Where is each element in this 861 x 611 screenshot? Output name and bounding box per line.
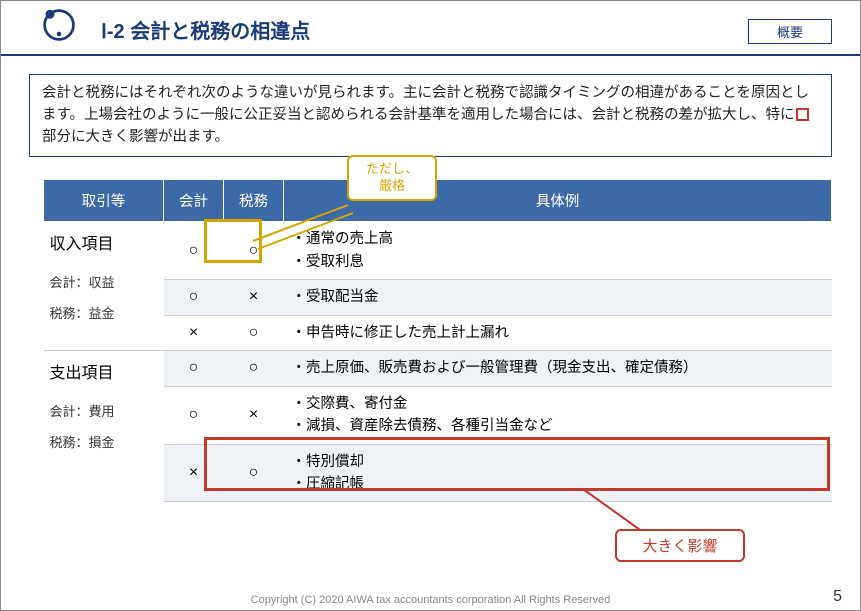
slide: Ⅰ-2 会計と税務の相違点 概要 会計と税務にはそれぞれ次のような違いが見られま… bbox=[0, 0, 861, 611]
callout-strict: ただし、 厳格 bbox=[347, 155, 437, 201]
example-text: ・交際費、寄付金 ・減損、資産除去債務、各種引当金など bbox=[292, 396, 553, 434]
cell-example: ・通常の売上高 ・受取利息 bbox=[284, 222, 832, 280]
cell-tax: × bbox=[224, 280, 284, 315]
slide-title: Ⅰ-2 会計と税務の相違点 bbox=[101, 15, 310, 44]
group-income-sub1: 会計：収益 bbox=[50, 272, 156, 291]
group-income-sub2: 税務：益金 bbox=[50, 303, 156, 322]
cell-accounting: ○ bbox=[164, 386, 224, 444]
intro-text-1: 会計と税務にはそれぞれ次のような違いが見られます。主に会計と税務で認識タイミング… bbox=[42, 85, 809, 123]
group-expense-title: 支出項目 bbox=[50, 359, 156, 383]
table-row: 収入項目 会計：収益 税務：益金 ○ ○ ・通常の売上高 ・受取利息 bbox=[44, 222, 832, 280]
header: Ⅰ-2 会計と税務の相違点 概要 bbox=[1, 1, 860, 56]
tag-overview: 概要 bbox=[748, 19, 832, 44]
cell-tax: × bbox=[224, 386, 284, 444]
example-text: ・受取配当金 bbox=[292, 289, 379, 305]
cell-tax: ○ bbox=[224, 351, 284, 386]
table-header-row: 取引等 会計 税務 具体例 bbox=[44, 180, 832, 222]
cell-example: ・交際費、寄付金 ・減損、資産除去債務、各種引当金など bbox=[284, 386, 832, 444]
th-accounting: 会計 bbox=[164, 180, 224, 222]
example-text: ・申告時に修正した売上計上漏れ bbox=[292, 325, 510, 341]
cell-example: ・売上原価、販売費および一般管理費（現金支出、確定債務） bbox=[284, 351, 832, 386]
cell-accounting: ○ bbox=[164, 280, 224, 315]
cell-example: ・特別償却 ・圧縮記帳 bbox=[284, 444, 832, 502]
example-text: ・通常の売上高 ・受取利息 bbox=[292, 231, 394, 269]
group-expense-sub1: 会計：費用 bbox=[50, 401, 156, 420]
cell-accounting: ○ bbox=[164, 351, 224, 386]
comparison-table: 取引等 会計 税務 具体例 収入項目 会計：収益 税務：益金 ○ ○ ・通常の売… bbox=[43, 179, 832, 502]
page-number: 5 bbox=[833, 588, 842, 606]
group-expense: 支出項目 会計：費用 税務：損金 bbox=[44, 351, 164, 502]
table-container: ただし、 厳格 大きく影響 取引等 会計 税務 具体例 bbox=[43, 179, 832, 502]
intro-box: 会計と税務にはそれぞれ次のような違いが見られます。主に会計と税務で認識タイミング… bbox=[29, 74, 832, 157]
cell-tax: ○ bbox=[224, 315, 284, 350]
example-text: ・特別償却 ・圧縮記帳 bbox=[292, 454, 365, 492]
cell-accounting: × bbox=[164, 444, 224, 502]
group-income-title: 収入項目 bbox=[50, 230, 156, 254]
red-square-icon bbox=[796, 108, 809, 121]
example-text: ・売上原価、販売費および一般管理費（現金支出、確定債務） bbox=[292, 360, 698, 376]
th-transaction: 取引等 bbox=[44, 180, 164, 222]
cell-tax: ○ bbox=[224, 444, 284, 502]
cell-example: ・受取配当金 bbox=[284, 280, 832, 315]
footer-copyright: Copyright (C) 2020 AIWA tax accountants … bbox=[1, 594, 860, 606]
cell-example: ・申告時に修正した売上計上漏れ bbox=[284, 315, 832, 350]
group-income: 収入項目 会計：収益 税務：益金 bbox=[44, 222, 164, 351]
cell-tax: ○ bbox=[224, 222, 284, 280]
cell-accounting: × bbox=[164, 315, 224, 350]
callout-impact: 大きく影響 bbox=[615, 529, 745, 562]
group-expense-sub2: 税務：損金 bbox=[50, 432, 156, 451]
th-tax: 税務 bbox=[224, 180, 284, 222]
intro-text-2: 部分に大きく影響が出ます。 bbox=[42, 129, 229, 145]
cell-accounting: ○ bbox=[164, 222, 224, 280]
callout-strict-text: ただし、 厳格 bbox=[366, 161, 418, 193]
logo-icon bbox=[41, 7, 77, 43]
table-row: 支出項目 会計：費用 税務：損金 ○ ○ ・売上原価、販売費および一般管理費（現… bbox=[44, 351, 832, 386]
